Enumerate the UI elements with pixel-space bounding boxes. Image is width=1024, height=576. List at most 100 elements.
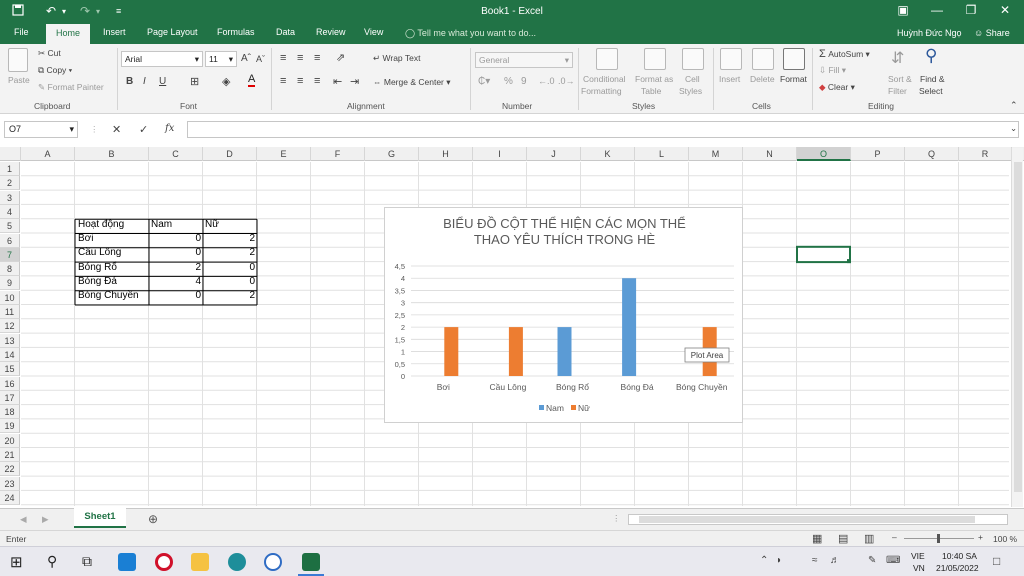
tab-home[interactable]: Home <box>46 24 91 44</box>
row-header-20[interactable]: 20 <box>0 433 20 448</box>
cell-D8[interactable]: 0 <box>203 261 257 275</box>
restore-icon[interactable]: ❐ <box>956 3 986 17</box>
row-header-19[interactable]: 19 <box>0 419 20 434</box>
row-header-1[interactable]: 1 <box>0 162 20 176</box>
grow-font-icon[interactable]: Aˆ <box>241 53 251 64</box>
cell-C7[interactable]: 0 <box>149 246 203 260</box>
row-header-10[interactable]: 10 <box>0 290 20 305</box>
row-header-16[interactable]: 16 <box>0 376 20 391</box>
tab-formulas[interactable]: Formulas <box>217 27 255 37</box>
tab-insert[interactable]: Insert <box>103 27 126 37</box>
copy-button[interactable]: ⧉ Copy ▾ <box>38 65 72 76</box>
zalo-icon[interactable] <box>264 553 282 571</box>
format-painter-button[interactable]: ✎ Format Painter <box>38 82 104 93</box>
select-all-corner[interactable] <box>0 147 21 161</box>
column-header-D[interactable]: D <box>203 147 257 161</box>
cell-B6[interactable]: Bơi <box>76 232 95 246</box>
plot-area[interactable]: 0 0,5 1 1,5 2 2,5 3 3,5 4 4,5 Bơi Cầu Lông Bóng Rổ Bó… <box>385 208 742 422</box>
column-header-P[interactable]: P <box>851 147 905 161</box>
currency-icon[interactable]: ₵▾ <box>478 76 490 87</box>
tab-view[interactable]: View <box>364 27 383 37</box>
column-header-M[interactable]: M <box>689 147 743 161</box>
region-code[interactable]: VN <box>913 563 925 573</box>
bar-nam-3[interactable] <box>622 278 637 376</box>
tab-page-layout[interactable]: Page Layout <box>147 27 198 37</box>
shrink-font-icon[interactable]: Aˇ <box>256 54 265 64</box>
font-name-dropdown[interactable]: Arial ▾ <box>121 51 203 67</box>
tab-review[interactable]: Review <box>316 27 346 37</box>
number-format-dropdown[interactable]: General ▾ <box>475 52 573 68</box>
cell-D5[interactable]: Nữ <box>203 218 221 232</box>
tab-data[interactable]: Data <box>276 27 295 37</box>
fill-color-icon[interactable]: ◈ <box>222 75 230 88</box>
excel-taskbar-icon[interactable] <box>302 553 320 571</box>
column-header-F[interactable]: F <box>311 147 365 161</box>
row-header-12[interactable]: 12 <box>0 319 20 334</box>
row-header-6[interactable]: 6 <box>0 233 20 248</box>
column-header-J[interactable]: J <box>527 147 581 161</box>
edge-icon[interactable] <box>228 553 246 571</box>
increase-indent-icon[interactable]: ⇥ <box>350 75 359 88</box>
align-top-icon[interactable]: ≡ <box>280 52 286 64</box>
row-header-15[interactable]: 15 <box>0 362 20 377</box>
opera-icon[interactable] <box>155 553 173 571</box>
page-layout-view-icon[interactable]: ▤ <box>838 532 848 545</box>
row-header-11[interactable]: 11 <box>0 305 20 319</box>
row-header-22[interactable]: 22 <box>0 462 20 477</box>
user-name[interactable]: Huỳnh Đức Ngọ <box>897 28 962 38</box>
cell-D9[interactable]: 0 <box>203 275 257 289</box>
comma-button[interactable]: 9 <box>521 76 527 87</box>
keyboard-icon[interactable]: ⌨ <box>886 555 900 566</box>
wrap-text-button[interactable]: ↵ Wrap Text <box>373 53 420 64</box>
column-header-O[interactable]: O <box>797 147 851 161</box>
language-code[interactable]: VIE <box>911 551 925 561</box>
column-header-Q[interactable]: Q <box>905 147 959 161</box>
tell-me-box[interactable]: ◯ Tell me what you want to do... <box>405 28 536 39</box>
clock-time[interactable]: 10:40 SA <box>942 551 977 561</box>
collapse-ribbon-icon[interactable]: ⌃ <box>1010 100 1018 111</box>
cell-C5[interactable]: Nam <box>149 218 174 232</box>
bar-nữ-1[interactable] <box>508 327 523 376</box>
row-header-21[interactable]: 21 <box>0 448 20 462</box>
row-header-24[interactable]: 24 <box>0 490 20 505</box>
cell-D7[interactable]: 2 <box>203 246 257 260</box>
align-center-icon[interactable]: ≡ <box>297 75 303 87</box>
sheet-tab-sheet1[interactable]: Sheet1 <box>74 508 126 528</box>
column-header-I[interactable]: I <box>473 147 527 161</box>
horizontal-scrollbar[interactable] <box>628 514 1008 525</box>
align-bottom-icon[interactable]: ≡ <box>314 52 320 64</box>
increase-decimal-icon[interactable]: ←.0 <box>538 76 555 86</box>
show-hidden-icons-icon[interactable]: ⌃ <box>760 555 768 566</box>
vertical-scroll-thumb[interactable] <box>1014 162 1022 492</box>
clear-button[interactable]: ◆ Clear ▾ <box>819 82 855 93</box>
column-header-G[interactable]: G <box>365 147 419 161</box>
row-header-2[interactable]: 2 <box>0 176 20 191</box>
underline-button[interactable]: U <box>159 76 166 87</box>
clock-date[interactable]: 21/05/2022 <box>936 563 979 573</box>
insert-function-button[interactable]: fx <box>165 123 174 134</box>
cell-B10[interactable]: Bóng Chuyền <box>76 289 141 303</box>
fill-handle[interactable] <box>847 259 851 264</box>
cell-B5[interactable]: Hoạt động <box>76 218 126 232</box>
italic-button[interactable]: I <box>143 76 146 87</box>
volume-icon[interactable]: ♬ <box>830 555 840 566</box>
close-icon[interactable]: ✕ <box>990 3 1020 17</box>
app-store-icon[interactable] <box>118 553 136 571</box>
expand-formula-icon[interactable]: ⌄ <box>1010 123 1017 134</box>
row-header-14[interactable]: 14 <box>0 347 20 362</box>
windows-start-icon[interactable]: ⊞ <box>10 553 23 571</box>
cell-D10[interactable]: 2 <box>203 289 257 303</box>
align-left-icon[interactable]: ≡ <box>280 75 286 87</box>
column-header-R[interactable]: R <box>959 147 1012 161</box>
column-header-L[interactable]: L <box>635 147 689 161</box>
cell-B7[interactable]: Cầu Lông <box>76 246 123 260</box>
bar-nữ-0[interactable] <box>444 327 459 376</box>
decrease-decimal-icon[interactable]: .0→ <box>558 76 575 86</box>
cell-C8[interactable]: 2 <box>149 261 203 275</box>
zoom-slider-handle[interactable] <box>937 534 940 543</box>
name-box[interactable]: O7 ▾ <box>4 121 78 138</box>
cell-C6[interactable]: 0 <box>149 232 203 246</box>
scroll-sheets-left-icon[interactable]: ◀ <box>20 514 27 525</box>
row-header-17[interactable]: 17 <box>0 390 20 405</box>
row-header-7[interactable]: 7 <box>0 247 20 262</box>
